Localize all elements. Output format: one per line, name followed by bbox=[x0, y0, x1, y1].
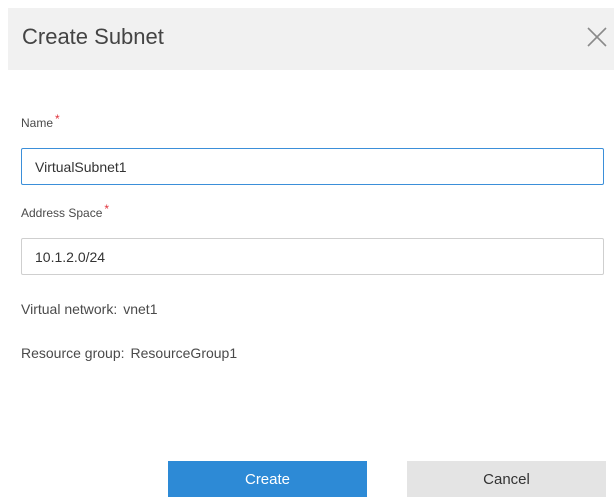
resource-group-value: ResourceGroup1 bbox=[130, 345, 238, 361]
create-button[interactable]: Create bbox=[168, 461, 367, 497]
virtual-network-value: vnet1 bbox=[123, 301, 158, 317]
required-mark: * bbox=[104, 202, 110, 216]
required-mark: * bbox=[55, 112, 60, 126]
resource-group-label: Resource group: bbox=[21, 345, 125, 361]
cancel-button[interactable]: Cancel bbox=[407, 461, 606, 497]
address-space-input[interactable] bbox=[21, 238, 604, 275]
close-button[interactable] bbox=[584, 24, 610, 50]
virtual-network-info: Virtual network: vnet1 bbox=[21, 300, 157, 318]
resource-group-info: Resource group: ResourceGroup1 bbox=[21, 344, 237, 362]
dialog-title: Create Subnet bbox=[22, 24, 164, 49]
address-space-label-text: Address Space bbox=[21, 206, 103, 220]
close-icon bbox=[587, 27, 607, 47]
dialog-header: Create Subnet bbox=[8, 8, 614, 70]
name-input[interactable] bbox=[21, 148, 604, 185]
address-space-field-label: Address Space * bbox=[21, 202, 110, 221]
name-label-text: Name bbox=[21, 116, 54, 130]
virtual-network-label: Virtual network: bbox=[21, 301, 118, 317]
name-field-label: Name * bbox=[21, 112, 60, 131]
create-subnet-dialog: Create Subnet Name* Address Space* Virtu… bbox=[0, 0, 614, 497]
